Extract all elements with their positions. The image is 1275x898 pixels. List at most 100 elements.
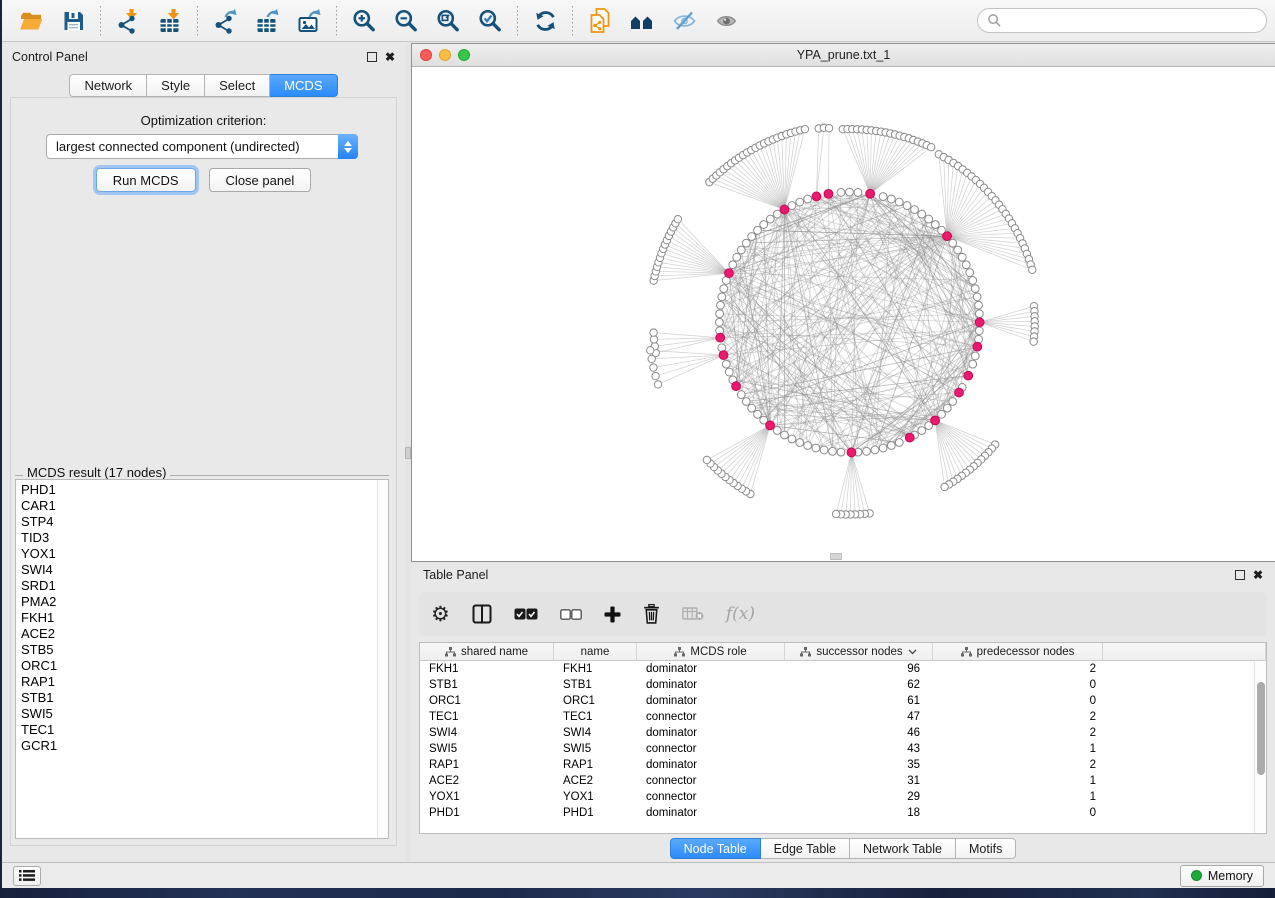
export-network-button[interactable]	[204, 3, 246, 39]
close-panel-button[interactable]: Close panel	[209, 168, 312, 192]
table-row[interactable]: RAP1RAP1dominator352	[420, 757, 1266, 773]
import-network-button[interactable]	[107, 3, 149, 39]
mcds-result-item[interactable]: FKH1	[21, 610, 388, 626]
mcds-result-item[interactable]: PHD1	[21, 482, 388, 498]
memory-button[interactable]: Memory	[1180, 865, 1264, 887]
table-panel-title: Table Panel	[423, 568, 488, 582]
window-close-icon[interactable]	[420, 49, 432, 61]
table-row[interactable]: PHD1PHD1dominator180	[420, 805, 1266, 821]
mcds-result-item[interactable]: TID3	[21, 530, 388, 546]
close-table-panel-icon[interactable]: ✖	[1253, 569, 1263, 581]
mcds-result-item[interactable]: RAP1	[21, 674, 388, 690]
tab-select[interactable]: Select	[205, 74, 270, 97]
select-all-rows-button[interactable]	[514, 607, 538, 621]
tab-style[interactable]: Style	[147, 74, 205, 97]
horizontal-splitter-handle[interactable]	[830, 553, 842, 560]
window-zoom-icon[interactable]	[458, 49, 470, 61]
column-header-shared-name[interactable]: shared name	[420, 643, 554, 661]
column-header-successor-nodes[interactable]: successor nodes	[785, 643, 933, 661]
window-minimize-icon[interactable]	[439, 49, 451, 61]
mcds-result-item[interactable]: STB5	[21, 642, 388, 658]
mcds-result-item[interactable]: GCR1	[21, 738, 388, 754]
table-row[interactable]: FKH1FKH1dominator962	[420, 661, 1266, 677]
column-header-predecessor-nodes[interactable]: predecessor nodes	[933, 643, 1103, 661]
table-row[interactable]: YOX1YOX1connector291	[420, 789, 1266, 805]
task-history-button[interactable]	[13, 866, 41, 886]
export-table-button[interactable]	[246, 3, 288, 39]
mcds-result-item[interactable]: SWI4	[21, 562, 388, 578]
tab-network-table[interactable]: Network Table	[850, 838, 956, 859]
deselect-all-icon	[560, 608, 582, 621]
float-panel-icon[interactable]	[367, 52, 377, 62]
float-table-panel-icon[interactable]	[1235, 570, 1245, 580]
table-cell: 31	[785, 773, 933, 789]
table-cell: 18	[785, 805, 933, 821]
table-cell: 1	[933, 773, 1103, 789]
mcds-result-list[interactable]: PHD1CAR1STP4TID3YOX1SWI4SRD1PMA2FKH1ACE2…	[15, 479, 389, 839]
mcds-result-item[interactable]: STB1	[21, 690, 388, 706]
hide-selected-button[interactable]	[663, 3, 705, 39]
zoom-selected-button[interactable]	[469, 3, 511, 39]
save-session-button[interactable]	[52, 3, 94, 39]
table-row[interactable]: SWI5SWI5connector431	[420, 741, 1266, 757]
tab-edge-table[interactable]: Edge Table	[761, 838, 850, 859]
table-row[interactable]: ORC1ORC1dominator610	[420, 693, 1266, 709]
mcds-result-item[interactable]: TEC1	[21, 722, 388, 738]
table-cell: 62	[785, 677, 933, 693]
table-row[interactable]: TEC1TEC1connector472	[420, 709, 1266, 725]
tab-motifs[interactable]: Motifs	[956, 838, 1016, 859]
clone-network-button[interactable]	[579, 3, 621, 39]
tab-network[interactable]: Network	[69, 74, 147, 97]
mcds-list-scrollbar[interactable]	[377, 480, 388, 838]
open-session-button[interactable]	[10, 3, 52, 39]
delete-column-button[interactable]	[643, 604, 660, 624]
column-header-mcds-role[interactable]: MCDS role	[637, 643, 785, 661]
table-cell: 2	[933, 757, 1103, 773]
node-table-header: shared name name MCDS role successor nod…	[420, 643, 1266, 661]
mcds-result-item[interactable]: CAR1	[21, 498, 388, 514]
mcds-result-item[interactable]: ORC1	[21, 658, 388, 674]
table-row[interactable]: SWI4SWI4dominator462	[420, 725, 1266, 741]
tab-mcds[interactable]: MCDS	[270, 74, 337, 97]
table-row[interactable]: ACE2ACE2connector311	[420, 773, 1266, 789]
table-cell: TEC1	[554, 709, 637, 725]
first-neighbors-button[interactable]	[621, 3, 663, 39]
mcds-result-group: MCDS result (17 nodes) PHD1CAR1STP4TID3Y…	[15, 468, 389, 839]
run-mcds-button[interactable]: Run MCDS	[96, 168, 196, 192]
refresh-network-button[interactable]	[524, 3, 566, 39]
tab-node-table[interactable]: Node Table	[670, 838, 761, 859]
close-panel-icon[interactable]: ✖	[385, 51, 395, 63]
delete-table-button[interactable]	[682, 607, 704, 621]
show-all-button[interactable]	[705, 3, 747, 39]
table-cell: dominator	[637, 805, 785, 821]
network-canvas[interactable]	[412, 67, 1275, 561]
table-row[interactable]: STB1STB1dominator620	[420, 677, 1266, 693]
mcds-result-item[interactable]: PMA2	[21, 594, 388, 610]
select-all-icon	[514, 607, 538, 621]
toolbar-separator	[197, 6, 198, 36]
add-column-button[interactable]	[604, 606, 621, 623]
zoom-fit-button[interactable]	[427, 3, 469, 39]
column-header-name[interactable]: name	[554, 643, 637, 661]
criterion-dropdown[interactable]: largest connected component (undirected)	[46, 134, 358, 159]
mcds-result-item[interactable]: STP4	[21, 514, 388, 530]
import-table-button[interactable]	[149, 3, 191, 39]
search-input[interactable]	[1002, 14, 1257, 28]
table-scrollbar-thumb[interactable]	[1257, 682, 1265, 775]
mcds-result-item[interactable]: ACE2	[21, 626, 388, 642]
deselect-all-rows-button[interactable]	[560, 608, 582, 621]
mcds-result-item[interactable]: YOX1	[21, 546, 388, 562]
table-settings-button[interactable]: ⚙	[431, 604, 450, 625]
zoom-in-button[interactable]	[343, 3, 385, 39]
export-image-button[interactable]	[288, 3, 330, 39]
network-titlebar[interactable]: YPA_prune.txt_1	[412, 44, 1275, 67]
mcds-result-item[interactable]: SWI5	[21, 706, 388, 722]
main-toolbar	[2, 0, 1275, 42]
show-columns-button[interactable]	[472, 604, 492, 624]
table-scrollbar[interactable]	[1254, 662, 1266, 833]
mcds-result-title: MCDS result (17 nodes)	[26, 465, 167, 480]
function-builder-button[interactable]: f(x)	[726, 604, 755, 624]
mcds-result-item[interactable]: SRD1	[21, 578, 388, 594]
toolbar-separator	[517, 6, 518, 36]
zoom-out-button[interactable]	[385, 3, 427, 39]
